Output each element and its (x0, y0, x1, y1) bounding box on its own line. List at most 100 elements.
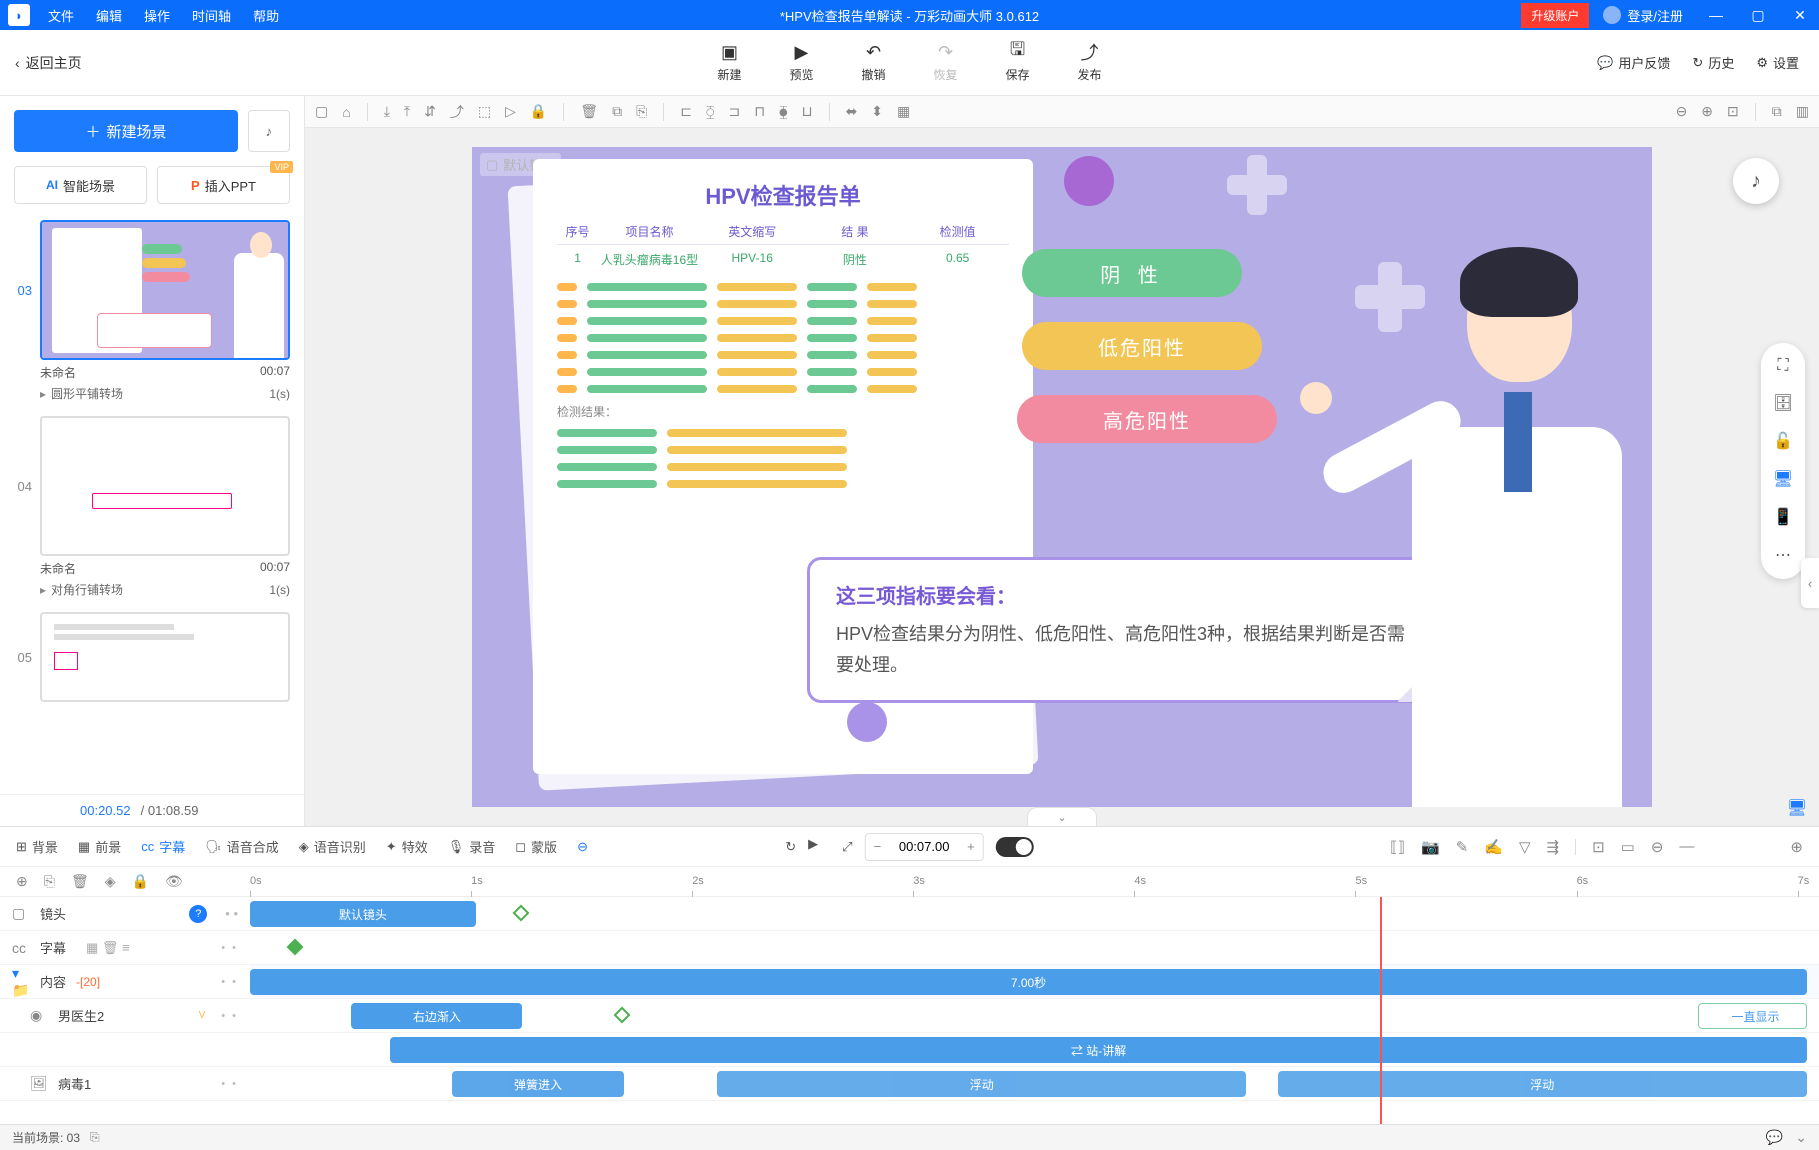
clip-action[interactable]: ⇄ 站-讲解 (390, 1037, 1807, 1063)
settings-link[interactable]: ⚙设置 (1756, 53, 1799, 72)
fit-icon[interactable]: ⊡ (1727, 103, 1739, 120)
music-fab[interactable]: ♪ (1733, 158, 1779, 204)
menu-file[interactable]: 文件 (48, 6, 74, 25)
marker-icon[interactable]: ◈ (105, 873, 116, 890)
play-button[interactable]: ▶ (808, 836, 830, 858)
pill-high-risk[interactable]: 高危阳性 (1017, 395, 1277, 443)
new-button[interactable]: ▣新建 (717, 42, 741, 83)
camera-clip[interactable]: 默认镜头 (250, 901, 476, 927)
tab-asr[interactable]: ◈语音识别 (299, 837, 366, 856)
stage[interactable]: ▢默认镜头 HPV检查报告单 序号项目名称英文缩写结 果检测值 1人乳头瘤病毒1… (472, 147, 1652, 807)
scene-thumbnail[interactable] (40, 416, 290, 556)
minimize-button[interactable]: — (1697, 0, 1735, 30)
time-plus[interactable]: + (959, 839, 983, 854)
tab-record[interactable]: 🎙录音 (448, 837, 496, 856)
zoom-out-icon[interactable]: ⊖ (1676, 103, 1688, 120)
lock-track-icon[interactable]: 🔒 (132, 873, 149, 890)
monitor-icon[interactable]: 🖥 (1773, 469, 1793, 489)
history-link[interactable]: ↻历史 (1692, 53, 1734, 72)
camera-snap-icon[interactable]: 📷 (1421, 838, 1440, 856)
fold-status-icon[interactable]: ⌄ (1795, 1129, 1807, 1146)
timeline-collapse[interactable]: ⌄ (1027, 807, 1097, 826)
ai-scene-button[interactable]: AI智能场景 (14, 166, 147, 204)
home-icon[interactable]: ⌂ (342, 104, 350, 120)
layers-icon[interactable]: ▥ (1796, 103, 1809, 120)
help-icon[interactable]: ? (189, 905, 207, 923)
keyframe[interactable] (613, 1007, 630, 1024)
content-clip[interactable]: 7.00秒 (250, 969, 1807, 995)
more-icon[interactable]: ⋯ (1775, 545, 1791, 565)
zoom-in-icon[interactable]: ⊕ (1701, 103, 1713, 120)
track-out-icon[interactable]: ⎘ (44, 873, 55, 890)
tab-background[interactable]: ⊞背景 (16, 837, 58, 856)
unlock-icon[interactable]: 🔓 (1773, 431, 1793, 451)
transition-row[interactable]: ▸对角行铺转场1(s) (12, 579, 290, 604)
music-button[interactable]: ♪ (248, 110, 290, 152)
speech-bubble[interactable]: 这三项指标要会看： HPV检查结果分为阴性、低危阳性、高危阳性3种，根据结果判断… (807, 557, 1447, 703)
maximize-button[interactable]: ▢ (1739, 0, 1777, 30)
filter-icon[interactable]: ▽ (1519, 838, 1531, 856)
tab-mask[interactable]: ◻蒙版 (515, 837, 557, 856)
replay-icon[interactable]: ↻ (785, 839, 796, 855)
camera-tool-icon[interactable]: ▢ (315, 103, 328, 120)
track-del-icon[interactable]: 🗑 (71, 873, 89, 890)
ratio-icon[interactable]: ▭ (1621, 838, 1635, 856)
edit-icon[interactable]: ✎ (1456, 838, 1469, 856)
tab-subtitle[interactable]: cc字幕 (141, 837, 185, 856)
menu-help[interactable]: 帮助 (253, 6, 279, 25)
pill-negative[interactable]: 阴 性 (1022, 249, 1242, 297)
display-icon[interactable]: 🖥 (1787, 798, 1807, 818)
phone-icon[interactable]: 📱 (1773, 507, 1793, 527)
clip-float[interactable]: 浮动 (717, 1071, 1246, 1097)
scene-thumbnail[interactable] (40, 612, 290, 702)
expand-icon[interactable]: ⤢ (842, 839, 852, 855)
clip-stay[interactable]: 一直显示 (1698, 1003, 1807, 1029)
tab-tts[interactable]: 🗣语音合成 (205, 837, 279, 856)
save-button[interactable]: 🖫保存 (1006, 42, 1030, 83)
panel-collapse-right[interactable]: ‹ (1801, 558, 1819, 608)
chat-status-icon[interactable]: 💬 (1766, 1129, 1783, 1146)
keyframe[interactable] (512, 905, 529, 922)
more-round-icon[interactable]: ⊖ (577, 839, 588, 855)
upgrade-button[interactable]: 升级账户 (1521, 3, 1589, 28)
pill-low-risk[interactable]: 低危阳性 (1022, 322, 1262, 370)
feedback-link[interactable]: 💬用户反馈 (1597, 53, 1670, 72)
zoom-out-tl-icon[interactable]: ⊖ (1651, 838, 1664, 856)
bracket-icon[interactable]: ⟦⟧ (1390, 838, 1405, 856)
playhead[interactable] (1380, 897, 1382, 1124)
fullscreen-icon[interactable]: ⛶ (1777, 357, 1788, 375)
time-input[interactable] (889, 839, 959, 854)
ruler[interactable]: 0s 1s 2s 3s 4s 5s 6s 7s (250, 875, 1807, 897)
align-bottom-icon[interactable]: ⤓ (384, 103, 390, 120)
scene-thumbnail[interactable] (40, 220, 290, 360)
folder-icon[interactable]: ▾ 📁 (12, 965, 30, 999)
zoom-slider-icon[interactable]: — (1679, 838, 1694, 855)
undo-button[interactable]: ↶撤销 (861, 42, 885, 83)
tab-fx[interactable]: ✦特效 (386, 837, 428, 856)
back-button[interactable]: ‹ 返回主页 (0, 53, 97, 73)
lock-icon[interactable]: 🔒 (530, 103, 547, 120)
transition-row[interactable]: ▸圆形平铺转场1(s) (12, 383, 290, 408)
toggle-switch[interactable] (996, 837, 1034, 857)
zoom-in-tl-icon[interactable]: ⊕ (1790, 838, 1803, 856)
tab-foreground[interactable]: ▦前景 (78, 837, 121, 856)
menu-edit[interactable]: 编辑 (96, 6, 122, 25)
crop-icon[interactable]: ⊡ (1592, 838, 1605, 856)
clip-enter[interactable]: 右边渐入 (351, 1003, 522, 1029)
trash-icon[interactable]: 🗑 (580, 103, 598, 120)
keyframe[interactable] (286, 939, 303, 956)
clip-enter[interactable]: 弹簧进入 (452, 1071, 623, 1097)
add-track-icon[interactable]: ⊕ (16, 873, 28, 890)
briefcase-icon[interactable]: 🗄 (1773, 393, 1793, 413)
insert-ppt-button[interactable]: P插入PPTVIP (157, 166, 290, 204)
copy-status-icon[interactable]: ⎘ (90, 1130, 100, 1145)
route-icon[interactable]: ⇶ (1547, 838, 1560, 856)
publish-button[interactable]: ⤴发布 (1078, 42, 1102, 83)
new-scene-button[interactable]: ＋ 新建场景 (14, 110, 238, 152)
time-minus[interactable]: − (866, 839, 890, 854)
close-button[interactable]: ✕ (1781, 0, 1819, 30)
menu-action[interactable]: 操作 (144, 6, 170, 25)
preview-button[interactable]: ▶预览 (789, 42, 813, 83)
menu-timeline[interactable]: 时间轴 (192, 6, 231, 25)
doctor-character[interactable] (1372, 247, 1652, 807)
